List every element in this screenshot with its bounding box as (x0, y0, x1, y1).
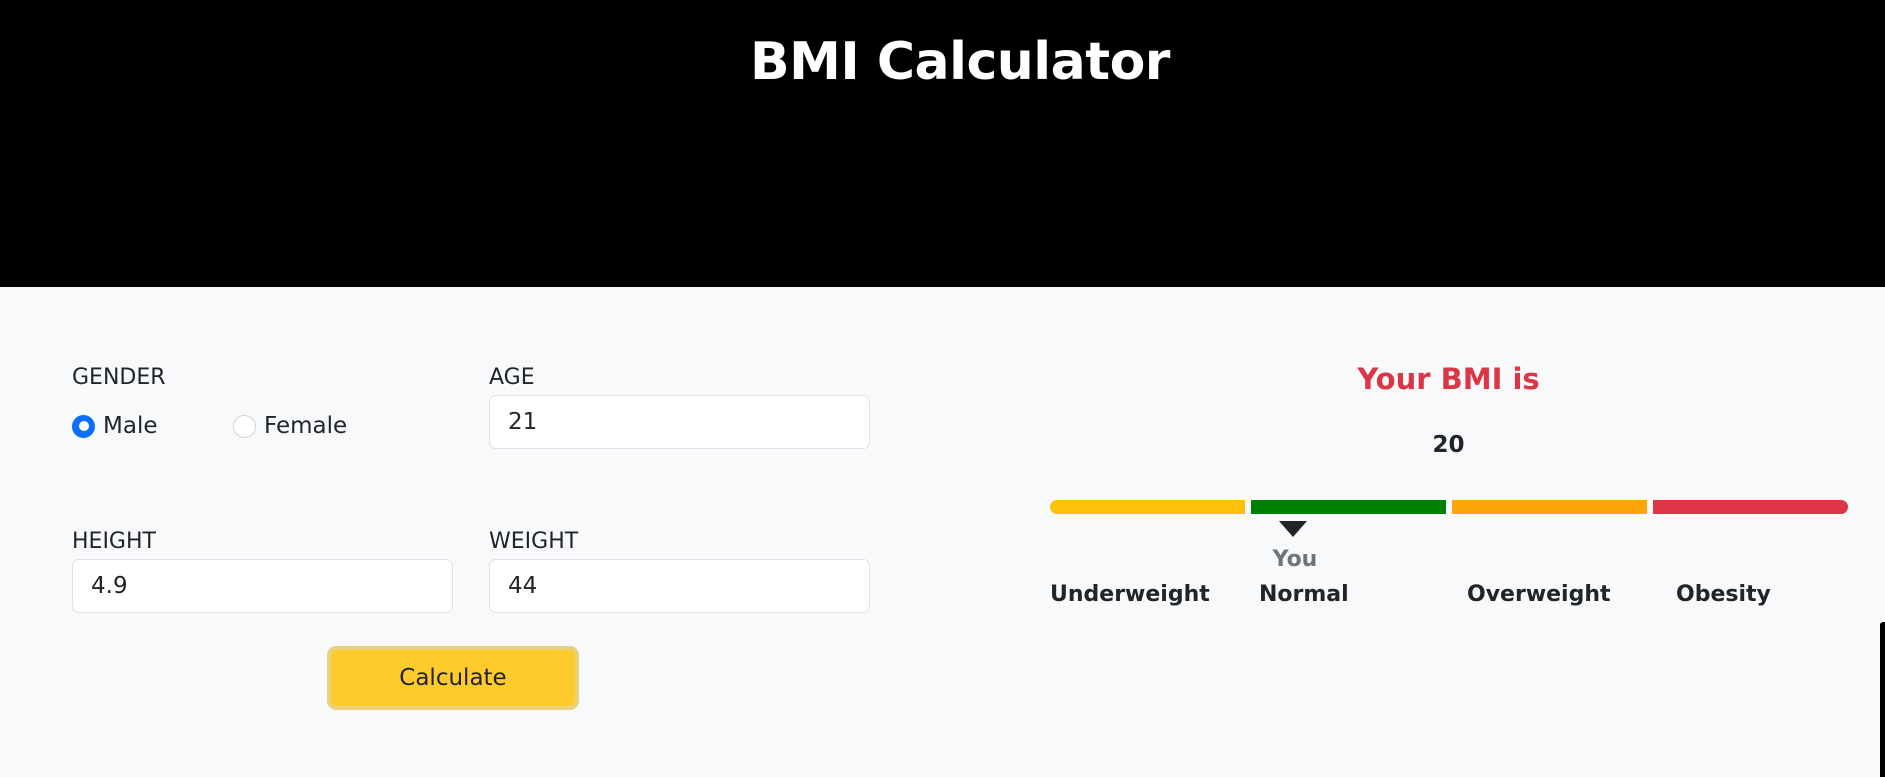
bmi-scale-overweight-segment (1452, 500, 1647, 514)
age-input[interactable] (489, 395, 870, 449)
category-label-overweight: Overweight (1467, 582, 1611, 607)
calculate-button[interactable]: Calculate (327, 646, 579, 710)
bmi-scale-normal-segment (1251, 500, 1446, 514)
category-label-normal: Normal (1259, 582, 1349, 607)
gender-option-label: Female (264, 413, 348, 439)
bmi-marker-label: You (1272, 547, 1318, 572)
radio-checked-icon[interactable] (72, 414, 95, 438)
bmi-scale-underweight-segment (1050, 500, 1245, 514)
radio-unchecked-icon[interactable] (233, 414, 256, 438)
height-label: HEIGHT (72, 529, 156, 554)
gender-label: GENDER (72, 365, 166, 390)
category-label-underweight: Underweight (1050, 582, 1210, 607)
page-title: BMI Calculator (750, 32, 1170, 92)
height-input[interactable] (72, 559, 453, 613)
weight-input[interactable] (489, 559, 870, 613)
gender-radio-female[interactable]: Female (233, 413, 347, 439)
bmi-scale-obesity-segment (1653, 500, 1848, 514)
page-edge-scrollbar[interactable] (1880, 622, 1885, 777)
gender-radio-male[interactable]: Male (72, 413, 157, 439)
page-header: BMI Calculator (0, 0, 1885, 287)
bmi-result-value: 20 (1432, 432, 1465, 458)
bmi-result-title: Your BMI is (1357, 362, 1540, 396)
weight-label: WEIGHT (489, 529, 579, 554)
category-label-obesity: Obesity (1676, 582, 1771, 607)
gender-option-label: Male (103, 413, 158, 439)
age-label: AGE (489, 365, 535, 390)
bmi-marker-triangle-icon (1279, 521, 1307, 537)
